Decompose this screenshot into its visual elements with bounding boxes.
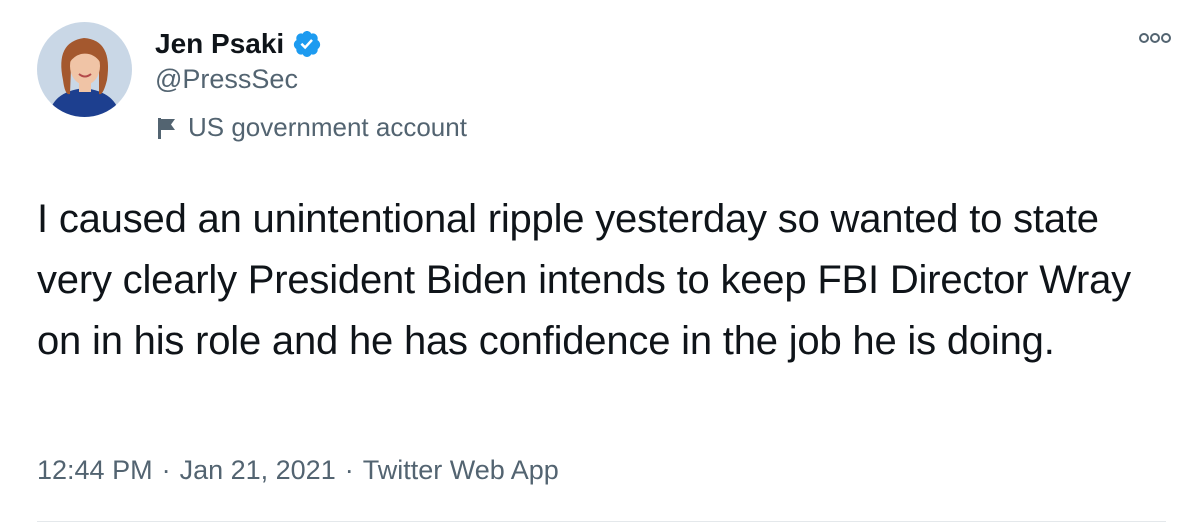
meta-separator: · — [344, 455, 354, 485]
more-options-icon — [1138, 31, 1172, 49]
divider — [37, 521, 1166, 522]
tweet-source[interactable]: Twitter Web App — [363, 455, 559, 486]
government-account-label[interactable]: US government account — [156, 112, 467, 143]
author-name-row: Jen Psaki — [155, 26, 322, 62]
avatar-photo — [37, 22, 132, 117]
flag-icon — [156, 116, 178, 140]
author-handle[interactable]: @PressSec — [155, 64, 298, 95]
verified-badge-icon — [292, 29, 322, 59]
tweet-text: I caused an unintentional ripple yesterd… — [37, 197, 1131, 363]
meta-separator: · — [161, 455, 171, 485]
tweet-card: Jen Psaki @PressSec US government accoun… — [0, 0, 1203, 532]
tweet-date[interactable]: Jan 21, 2021 — [180, 455, 336, 486]
avatar[interactable] — [37, 22, 132, 117]
government-account-text: US government account — [188, 112, 467, 142]
tweet-time[interactable]: 12:44 PM — [37, 455, 153, 486]
more-options-button[interactable] — [1137, 26, 1173, 54]
display-name[interactable]: Jen Psaki — [155, 28, 284, 60]
tweet-metadata: 12:44 PM · Jan 21, 2021 · Twitter Web Ap… — [37, 455, 559, 486]
